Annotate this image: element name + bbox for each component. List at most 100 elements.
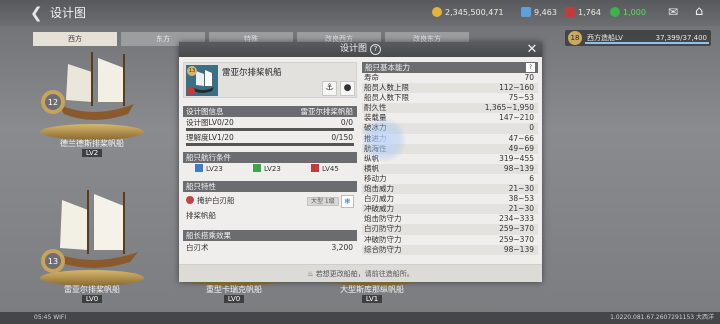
captain-header: 船长搭乘效果: [183, 230, 357, 241]
stat-value: 319~455: [499, 153, 534, 163]
stat-label: 炮击威力: [364, 184, 394, 194]
stat-value: 38~53: [508, 194, 534, 204]
help-icon[interactable]: ?: [526, 63, 535, 72]
page-title: 设计图: [50, 6, 87, 20]
stat-label: 寿命: [364, 73, 379, 82]
stat-value: 234~333: [499, 214, 534, 224]
stat-label: 移动力: [364, 173, 387, 183]
stat-row: 综合防守力 98~139: [362, 244, 538, 255]
ship-name: 雷亚尔排桨帆船: [222, 68, 282, 78]
shipyard-progress: [585, 42, 709, 44]
stat-value: 21~30: [508, 204, 534, 214]
condition-blue-icon: [195, 164, 203, 172]
sail-condition-header: 船只航行条件: [183, 152, 357, 163]
snowflake-icon[interactable]: ❄: [341, 195, 354, 208]
stat-row: 寿命 70: [362, 73, 538, 83]
version-text: 1.0220.081.67.2607291153 大西洋: [610, 314, 714, 321]
stats-list: 寿命 70 船员人数上限 112~160 船员人数下限 75~53 耐久性 1,365~1,9…: [362, 73, 538, 255]
stat-row: 耐久性 1,365~1,950: [362, 103, 538, 114]
stat-row: 白刃威力 38~53: [362, 194, 538, 204]
ship-summary: 13 雷亚尔排桨帆船 ⚓ ●: [183, 62, 357, 98]
stat-row: 船员人数上限 112~160: [362, 83, 538, 94]
ship-card-level: LV1: [310, 295, 434, 303]
stat-row: 船员人数下限 75~53: [362, 93, 538, 103]
svg-text:13: 13: [48, 257, 58, 266]
basic-ability-header: 船只基本能力?: [362, 62, 538, 73]
red-gem-icon: [565, 7, 575, 17]
stat-value: 70: [524, 73, 534, 82]
stat-label: 耐久性: [364, 103, 387, 113]
traits-header: 船只特性: [183, 181, 357, 192]
close-icon[interactable]: ✕: [526, 42, 538, 57]
dialog-footer: ♨ 若想更改船舶，请前往造船所。: [179, 264, 542, 282]
flag-icon: [187, 87, 195, 95]
trait-sub: 排桨帆船: [186, 211, 216, 220]
ship-card-name: 德兰德斯排桨帆船: [60, 139, 124, 148]
stat-label: 白刃威力: [364, 194, 394, 204]
stat-value: 75~53: [508, 93, 534, 103]
design-level-bar: [186, 128, 354, 131]
gold-resource: 2,345,500,471: [432, 7, 504, 19]
sail-condition-row: LV23 LV23 LV45: [183, 164, 357, 176]
stat-value: 49~69: [508, 143, 534, 153]
status-time: 05:45 WIFI: [34, 314, 67, 321]
back-button[interactable]: ❮: [30, 5, 44, 21]
stat-label: 船员人数上限: [364, 83, 409, 93]
blue-gem-icon: [521, 7, 531, 17]
touch-glow: [362, 118, 406, 162]
blueprint-dialog: 设计图? ✕ 13 雷亚尔排桨帆船 ⚓ ● 设计图信息 雷亚尔排桨帆船 设计图 LV…: [179, 42, 542, 282]
stat-value: 147~210: [499, 113, 534, 123]
shipyard-label: 西方造船LV: [587, 34, 623, 42]
shipyard-level: 18 西方造船LV 37,399/37,400: [565, 30, 711, 46]
condition-green-icon: [253, 164, 261, 172]
help-icon[interactable]: ?: [370, 44, 381, 55]
captain-row: 白刃术 3,200: [186, 243, 353, 252]
medal-icon: 12: [41, 90, 65, 114]
ship-card-name: 大型斯库那纵帆船: [340, 285, 404, 294]
stat-value: 1,365~1,950: [484, 103, 534, 113]
condition-item: LV45: [311, 164, 339, 175]
stat-row: 移动力 6: [362, 174, 538, 184]
condition-item: LV23: [253, 164, 281, 175]
stat-value: 0: [529, 123, 534, 133]
ship-card-level: LV0: [30, 295, 154, 303]
gold-coin-icon: [432, 7, 442, 17]
medal-icon: 13: [41, 249, 65, 273]
svg-text:12: 12: [48, 98, 58, 107]
stat-label: 横帆: [364, 163, 379, 173]
stat-label: 白刃防守力: [364, 224, 402, 234]
ship-card-2[interactable]: 雷亚尔排桨帆船 LV0: [30, 190, 154, 303]
location-button[interactable]: ●: [340, 81, 355, 96]
stat-value: 259~370: [499, 224, 534, 234]
top-bar: ❮ 设计图 2,345,500,471 9,463 1,764 1,000 ✉ …: [0, 0, 720, 26]
anchor-button[interactable]: ⚓: [322, 81, 337, 96]
mail-icon[interactable]: ✉: [668, 6, 682, 18]
stat-value: 98~139: [503, 163, 534, 173]
trait-row[interactable]: 掩护白刃船 大型 1级 ❄: [183, 195, 357, 208]
stat-label: 冲破威力: [364, 204, 394, 214]
stat-row: 冲破威力 21~30: [362, 204, 538, 215]
stat-label: 船员人数下限: [364, 93, 409, 103]
home-icon[interactable]: ⌂: [695, 5, 711, 19]
stat-row: 炮击威力 21~30: [362, 184, 538, 195]
stat-value: 6: [529, 173, 534, 183]
condition-item: LV23: [195, 164, 223, 175]
ship-card-level: LV0: [172, 295, 296, 303]
ship-thumb-badge: 13: [187, 66, 197, 76]
stat-row: 炮击防守力 234~333: [362, 214, 538, 224]
stat-label: 综合防守力: [364, 244, 402, 254]
stat-value: 112~160: [499, 83, 534, 93]
green-resource[interactable]: 1,000: [610, 7, 646, 19]
stat-value: 21~30: [508, 184, 534, 194]
ship-thumbnail: 13: [186, 65, 218, 96]
condition-red-icon: [311, 164, 319, 172]
stat-value: 98~139: [503, 244, 534, 254]
dialog-title: 设计图: [339, 44, 367, 54]
red-resource: 1,764: [565, 7, 601, 19]
ship-card-name: 重型卡瑞克帆船: [206, 285, 262, 294]
stat-row: 横帆 98~139: [362, 163, 538, 174]
stat-label: 冲破防守力: [364, 234, 402, 244]
dialog-header: 设计图? ✕: [179, 42, 542, 57]
blue-resource: 9,463: [521, 7, 557, 19]
ship-card-name: 雷亚尔排桨帆船: [64, 285, 120, 294]
